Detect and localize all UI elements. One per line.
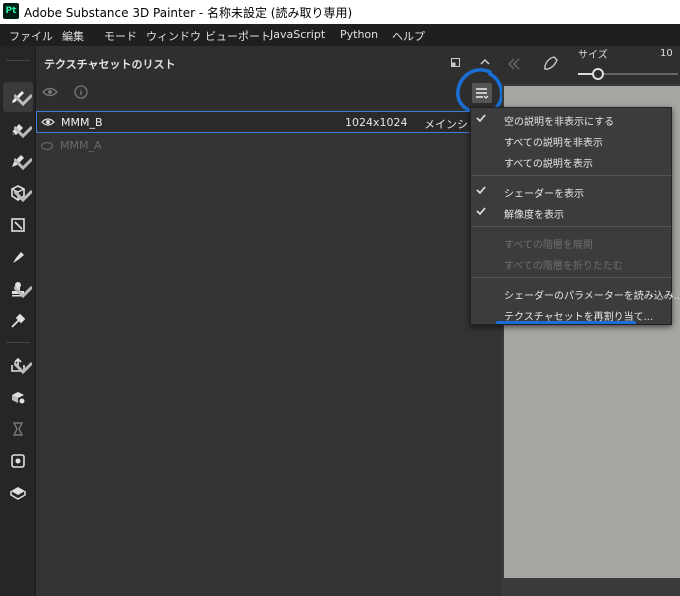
chevron-down-icon	[14, 125, 32, 139]
checkmark-icon	[476, 186, 486, 195]
geometry-fill-tool[interactable]	[3, 178, 33, 208]
menu-separator	[471, 175, 671, 176]
menu-item-show-all-descriptions[interactable]: すべての説明を表示	[471, 151, 671, 171]
chevron-down-icon	[14, 361, 32, 375]
menu-window[interactable]: ウィンドウ	[146, 28, 201, 44]
size-value[interactable]: 10	[660, 48, 673, 59]
paint-brush-tool[interactable]	[3, 82, 33, 112]
color-picker-tool[interactable]	[3, 306, 33, 336]
history-icon	[12, 422, 24, 436]
display-icon	[10, 487, 26, 500]
menu-bar: ファイル 編集 モード ウィンドウ ビューポート JavaScript Pyth…	[0, 24, 680, 46]
eye-icon[interactable]	[41, 117, 55, 127]
history-tool[interactable]	[3, 414, 33, 444]
texture-set-shader: メインシェー	[424, 118, 470, 131]
menu-separator	[471, 226, 671, 227]
chevron-down-icon	[14, 189, 32, 203]
menu-edit[interactable]: 編集	[62, 28, 84, 44]
collapse-left-icon[interactable]	[508, 58, 520, 70]
toolbar-grip	[6, 60, 30, 61]
properties-header: サイズ 10	[502, 46, 680, 84]
title-bar: Pt Adobe Substance 3D Painter - 名称未設定 (読…	[0, 0, 680, 24]
polygon-fill-icon	[11, 218, 25, 232]
size-label: サイズ	[578, 50, 608, 61]
polygon-fill-tool[interactable]	[3, 210, 33, 240]
texture-set-resolution: 1024x1024	[345, 116, 408, 129]
size-slider-handle[interactable]	[592, 68, 604, 80]
projection-tool[interactable]	[3, 146, 33, 176]
texture-set-list-panel: テクスチャセットのリスト MMM_B 1024x1024 メインシェー MMM_…	[36, 46, 504, 596]
list-item-mmm-b[interactable]: MMM_B 1024x1024 メインシェー	[36, 111, 502, 133]
texture-set-settings-icon	[11, 454, 25, 468]
panel-title: テクスチャセットのリスト	[44, 58, 176, 71]
menu-python[interactable]: Python	[340, 28, 378, 41]
size-slider-track[interactable]	[578, 68, 678, 80]
panel-toolbar	[36, 68, 504, 115]
texture-set-name: MMM_B	[61, 116, 103, 129]
menu-item-load-shader-parameters[interactable]: シェーダーのパラメーターを読み込み...	[471, 283, 680, 303]
app-logo-icon: Pt	[3, 3, 19, 19]
menu-item-show-resolution[interactable]: 解像度を表示	[471, 202, 671, 222]
menu-item-show-shader[interactable]: シェーダーを表示	[471, 181, 671, 201]
smudge-icon	[13, 252, 24, 263]
menu-item-collapse-all-layers: すべての階層を折りたたむ	[504, 261, 623, 272]
annotation-underline	[496, 321, 636, 324]
chevron-down-icon	[14, 93, 32, 107]
clone-stamp-tool[interactable]	[3, 274, 33, 304]
tool-bar	[0, 46, 36, 596]
smudge-tool[interactable]	[3, 242, 33, 272]
info-icon[interactable]	[74, 85, 88, 99]
eraser-tool[interactable]	[3, 114, 33, 144]
list-item-mmm-a[interactable]: MMM_A	[36, 135, 502, 157]
chevron-down-icon	[14, 157, 32, 171]
color-picker-icon	[11, 313, 26, 328]
menu-item-hide-all-descriptions[interactable]: すべての説明を非表示	[471, 130, 671, 150]
bake-icon	[12, 392, 25, 404]
window-title: Adobe Substance 3D Painter - 名称未設定 (読み取り…	[24, 6, 353, 20]
chevron-up-icon[interactable]	[480, 58, 490, 66]
checkmark-icon	[476, 207, 486, 216]
toolbar-divider	[6, 342, 30, 343]
menu-separator	[471, 277, 671, 278]
texture-set-name: MMM_A	[60, 139, 102, 152]
export-tool[interactable]	[3, 350, 33, 380]
menu-javascript[interactable]: JavaScript	[270, 28, 325, 41]
visibility-toggle-icon[interactable]	[42, 86, 58, 98]
brush-preset-icon[interactable]	[542, 55, 560, 73]
menu-item-expand-all-layers: すべての階層を展開	[504, 240, 593, 251]
menu-file[interactable]: ファイル	[9, 28, 53, 44]
texture-set-settings-tool[interactable]	[3, 446, 33, 476]
chevron-down-icon	[14, 285, 32, 299]
panel-options-menu: 空の説明を非表示にする すべての説明を非表示 すべての説明を表示 シェーダーを表…	[470, 107, 680, 325]
menu-mode[interactable]: モード	[104, 28, 137, 44]
menu-help[interactable]: ヘルプ	[392, 28, 425, 44]
panel-header: テクスチャセットのリスト	[36, 46, 502, 78]
eye-closed-icon[interactable]	[40, 141, 54, 151]
menu-viewport[interactable]: ビューポート	[205, 28, 271, 44]
display-settings-tool[interactable]	[3, 478, 33, 508]
menu-item-hide-empty-descriptions[interactable]: 空の説明を非表示にする	[471, 109, 671, 129]
bake-tool[interactable]	[3, 382, 33, 412]
checkmark-icon	[476, 114, 486, 123]
